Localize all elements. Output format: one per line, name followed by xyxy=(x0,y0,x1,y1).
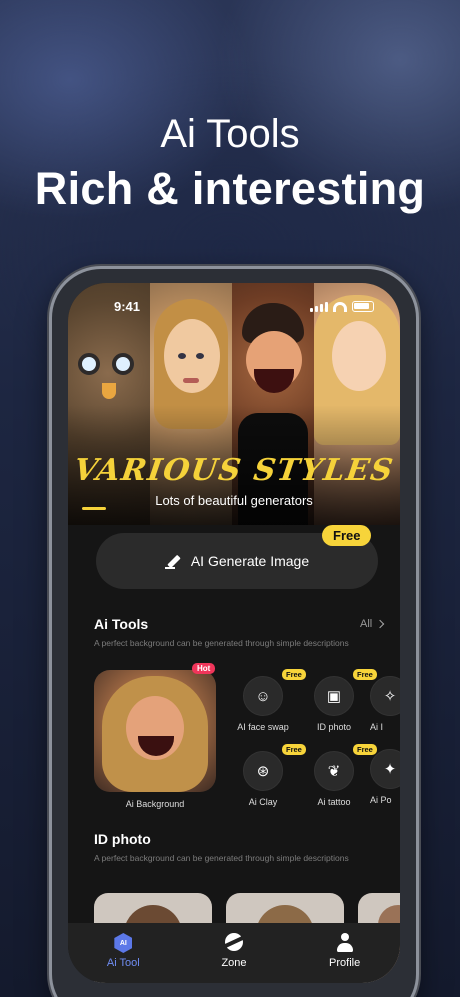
ai-tools-description: A perfect background can be generated th… xyxy=(94,638,349,648)
tool-label: Ai I xyxy=(370,722,384,732)
tab-profile[interactable]: Profile xyxy=(305,933,385,969)
hero-line-2: Rich & interesting xyxy=(34,163,426,214)
id-photo-description: A perfect background can be generated th… xyxy=(94,853,349,863)
pen-icon xyxy=(164,553,181,569)
hero-line-1: Ai Tools xyxy=(160,112,300,156)
tool-ai-po-partial[interactable]: ✦ Ai Po xyxy=(370,749,400,805)
style-banner[interactable]: 9:41 VARIOUS STYLES Lots of beautiful ge… xyxy=(68,283,400,525)
id-photo-icon: ▣ Free xyxy=(314,669,377,716)
face-swap-icon: ☺ Free xyxy=(243,669,306,716)
status-time: 9:41 xyxy=(114,299,141,314)
status-icons xyxy=(310,301,374,312)
tool-label: Ai tattoo xyxy=(317,797,351,807)
ai-tools-title: Ai Tools xyxy=(94,616,149,632)
ai-tool-icon: ✧ xyxy=(370,676,400,716)
tool-ai-clay[interactable]: ⊛ Free Ai Clay xyxy=(228,744,306,807)
hot-badge: Hot xyxy=(192,663,216,674)
person-icon xyxy=(336,933,354,953)
ai-background-label: Ai Background xyxy=(125,799,185,809)
tool-face-swap[interactable]: ☺ Free AI face swap xyxy=(228,669,306,732)
banner-title: VARIOUS STYLES xyxy=(71,453,397,488)
tab-label: Ai Tool xyxy=(106,957,140,969)
ai-tool-icon: ✦ xyxy=(370,749,400,789)
banner-subtitle: Lots of beautiful generators xyxy=(155,493,313,508)
ai-tool-tab-icon: AI xyxy=(114,933,133,953)
tool-ai-tattoo[interactable]: ❦ Free Ai tattoo xyxy=(299,744,377,807)
banner-page-indicator xyxy=(82,507,106,510)
battery-icon xyxy=(352,301,374,312)
tool-label: Ai Po xyxy=(370,795,392,805)
free-badge: Free xyxy=(322,525,372,546)
tool-ai-partial[interactable]: ✧ Ai I xyxy=(370,676,400,732)
bottom-tab-bar: AI Ai Tool Zone Profile xyxy=(68,923,400,983)
tab-label: Zone xyxy=(221,957,247,969)
clay-icon: ⊛ Free xyxy=(243,744,306,791)
hero-heading: Ai Tools Rich & interesting xyxy=(0,108,460,218)
tab-zone[interactable]: Zone xyxy=(194,933,274,969)
tool-label: ID photo xyxy=(316,722,352,732)
phone-frame: 9:41 VARIOUS STYLES Lots of beautiful ge… xyxy=(49,266,419,997)
ai-background-card[interactable] xyxy=(94,670,216,792)
tattoo-icon: ❦ Free xyxy=(314,744,377,791)
wifi-icon xyxy=(333,302,347,312)
tab-ai-tool[interactable]: AI Ai Tool xyxy=(83,933,163,969)
tool-label: AI face swap xyxy=(237,722,289,732)
tool-label: Ai Clay xyxy=(248,797,278,807)
app-screen: 9:41 VARIOUS STYLES Lots of beautiful ge… xyxy=(68,283,400,983)
ai-generate-image-label: AI Generate Image xyxy=(190,553,310,569)
signal-icon xyxy=(310,302,328,312)
all-label: All xyxy=(360,618,373,630)
planet-icon xyxy=(224,933,243,951)
ai-tools-all-link[interactable]: All xyxy=(360,618,385,630)
id-photo-title: ID photo xyxy=(94,831,151,847)
tab-label: Profile xyxy=(329,957,361,969)
chevron-right-icon xyxy=(375,619,385,629)
tool-id-photo[interactable]: ▣ Free ID photo xyxy=(299,669,377,732)
